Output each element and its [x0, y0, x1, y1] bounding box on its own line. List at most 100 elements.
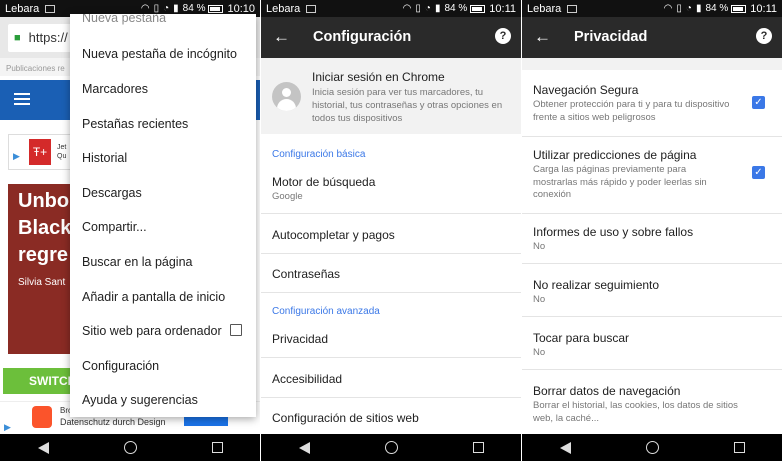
home-icon[interactable]: [123, 441, 137, 454]
back-arrow-icon[interactable]: ←: [273, 28, 290, 45]
battery-icon: [208, 4, 224, 13]
hero-article[interactable]: Unbo Black regre Silvia Sant: [8, 184, 70, 354]
brave-logo-icon: [32, 406, 52, 428]
switch-button[interactable]: SWITCH: [3, 368, 73, 394]
signal-icon: ▮: [434, 3, 441, 14]
hero-title-line-3: regre: [18, 244, 69, 266]
clock: 10:10: [227, 2, 255, 15]
usage-reports-value: No: [533, 241, 546, 252]
battery-percent: 84 %: [182, 3, 206, 14]
divider: [261, 213, 521, 214]
ad-logo: Ŧ+: [29, 139, 51, 165]
home-icon[interactable]: [645, 441, 659, 454]
vibrate-icon: ▯: [153, 3, 160, 14]
sign-in-title: Iniciar sesión en Chrome: [312, 70, 445, 84]
back-icon[interactable]: [559, 441, 571, 454]
battery-icon: [470, 4, 486, 13]
menu-item-bookmarks[interactable]: Marcadores: [82, 82, 148, 96]
ad2-subtitle: Datenschutz durch Design: [60, 417, 166, 427]
message-icon: [306, 4, 317, 13]
divider: [261, 357, 521, 358]
safe-browsing-title[interactable]: Navegación Segura: [533, 83, 638, 97]
site-settings-setting[interactable]: Configuración de sitios web: [272, 411, 419, 425]
headphones-icon: ◠: [140, 3, 150, 14]
battery-icon: [731, 4, 747, 13]
sign-in-card[interactable]: Iniciar sesión en Chrome Inicia sesión p…: [261, 58, 521, 134]
ad-choices-icon: ▶: [4, 422, 11, 432]
back-icon[interactable]: [298, 441, 310, 454]
settings-app-bar: ← Configuración ?: [261, 17, 521, 58]
menu-item-add-to-home[interactable]: Añadir a pantalla de inicio: [82, 290, 225, 304]
recents-icon[interactable]: [211, 442, 223, 453]
vibrate-icon: ▯: [676, 3, 682, 14]
menu-item-share[interactable]: Compartir...: [82, 220, 147, 234]
ad-text: Jet Qu: [57, 144, 67, 160]
do-not-track-value: No: [533, 294, 546, 305]
recents-icon[interactable]: [733, 442, 745, 453]
privacy-setting[interactable]: Privacidad: [272, 332, 328, 346]
section-basic-header: Configuración básica: [272, 149, 366, 160]
home-icon[interactable]: [384, 441, 398, 454]
menu-item-history[interactable]: Historial: [82, 151, 127, 165]
scroll-top-strip: [522, 58, 782, 70]
privacy-app-bar: ← Privacidad ?: [522, 17, 782, 58]
menu-item-downloads[interactable]: Descargas: [82, 186, 142, 200]
search-engine-setting[interactable]: Motor de búsqueda: [272, 175, 375, 189]
hamburger-icon[interactable]: [14, 93, 30, 105]
predictions-title[interactable]: Utilizar predicciones de página: [533, 148, 696, 162]
carrier-label: Lebara: [266, 2, 301, 15]
divider: [522, 136, 782, 137]
predictions-desc: Carga las páginas previamente para mostr…: [533, 164, 707, 200]
recents-icon[interactable]: [472, 442, 484, 453]
usage-reports-title[interactable]: Informes de uso y sobre fallos: [533, 225, 693, 239]
help-icon[interactable]: ?: [495, 28, 511, 44]
safe-browsing-checkbox[interactable]: ✓: [752, 96, 765, 109]
accessibility-setting[interactable]: Accesibilidad: [272, 372, 342, 386]
clock: 10:11: [750, 2, 777, 15]
sign-in-description: Inicia sesión para ver tus marcadores, t…: [312, 87, 503, 124]
page-title: Configuración: [313, 29, 412, 45]
menu-item-find-in-page[interactable]: Buscar en la página: [82, 255, 193, 269]
back-arrow-icon[interactable]: ←: [534, 28, 551, 45]
menu-item-desktop-site[interactable]: Sitio web para ordenador: [82, 324, 222, 338]
clear-data-title[interactable]: Borrar datos de navegación: [533, 384, 680, 398]
menu-item-help[interactable]: Ayuda y sugerencias: [82, 393, 198, 407]
wifi-icon: ◔: [163, 3, 170, 14]
chrome-overflow-menu: Nueva pestaña Nueva pestaña de incógnito…: [70, 14, 256, 417]
clock: 10:11: [489, 2, 516, 15]
privacy-screen: Lebara ◠ ▯ ◔ ▮ 84 % 10:11 ← Privacidad ?…: [522, 0, 782, 461]
wifi-icon: ◔: [424, 3, 431, 14]
safe-browsing-desc: Obtener protección para ti y para tu dis…: [533, 99, 730, 123]
message-icon: [567, 4, 578, 13]
desktop-site-checkbox[interactable]: [230, 324, 242, 336]
passwords-setting[interactable]: Contraseñas: [272, 267, 340, 281]
hero-title-line-2: Black: [18, 217, 70, 239]
hero-author: Silvia Sant: [18, 277, 66, 288]
tap-to-search-title[interactable]: Tocar para buscar: [533, 331, 629, 345]
back-icon[interactable]: [37, 441, 49, 454]
search-engine-value: Google: [272, 191, 303, 202]
predictions-checkbox[interactable]: ✓: [752, 166, 765, 179]
tap-to-search-value: No: [533, 347, 546, 358]
status-bar: Lebara ◠ ▯ ◔ ▮ 84 % 10:11: [522, 0, 782, 17]
android-nav-bar: [261, 434, 521, 461]
url-text: https://: [28, 30, 68, 45]
do-not-track-title[interactable]: No realizar seguimiento: [533, 278, 659, 292]
vibrate-icon: ▯: [415, 3, 421, 14]
lock-icon: ■: [14, 31, 21, 44]
help-icon[interactable]: ?: [756, 28, 772, 44]
battery-percent: 84 %: [705, 3, 729, 14]
chrome-menu-screen: Lebara ◠ ▯ ◔ ▮ 84 % 10:10 ■ https:// Pub…: [0, 0, 260, 461]
menu-item-settings[interactable]: Configuración: [82, 359, 159, 373]
autofill-setting[interactable]: Autocompletar y pagos: [272, 228, 395, 242]
menu-item-recent-tabs[interactable]: Pestañas recientes: [82, 117, 188, 131]
carrier-label: Lebara: [5, 2, 40, 15]
battery-percent: 84 %: [444, 3, 468, 14]
menu-item-new-tab[interactable]: Nueva pestaña: [82, 14, 166, 25]
menu-item-incognito[interactable]: Nueva pestaña de incógnito: [82, 47, 237, 61]
divider: [522, 213, 782, 214]
settings-screen: Lebara ◠ ▯ ◔ ▮ 84 % 10:11 ← Configuració…: [261, 0, 521, 461]
clear-data-desc: Borrar el historial, las cookies, los da…: [533, 400, 738, 424]
settings-list: Iniciar sesión en Chrome Inicia sesión p…: [261, 58, 521, 434]
android-nav-bar: [0, 434, 260, 461]
